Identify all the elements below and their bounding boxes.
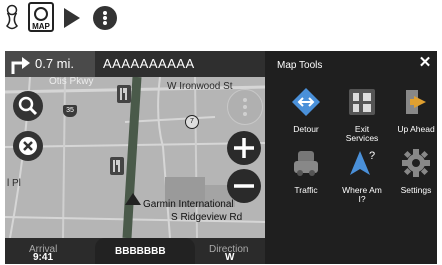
- route-shield-number: 7: [190, 118, 194, 125]
- detour-icon: [292, 88, 320, 116]
- street-label-ironwood: W Ironwood St: [167, 81, 233, 92]
- map-menu-button[interactable]: [227, 89, 263, 125]
- tool-label-traffic: Traffic: [294, 185, 318, 195]
- close-button[interactable]: ✕: [418, 55, 432, 70]
- route-shield-icon: 7: [185, 115, 199, 129]
- tool-where-am-i[interactable]: ? Where Am I?: [333, 147, 391, 204]
- current-road-name: BBBBBBB: [115, 246, 166, 257]
- instruction-icon-strip: MAP: [0, 0, 442, 40]
- poi-restaurant-icon: [117, 85, 131, 103]
- next-turn-box[interactable]: 0.7 mi.: [5, 51, 95, 77]
- vehicle-position-icon: [125, 193, 141, 205]
- tool-traffic[interactable]: Traffic: [277, 147, 335, 195]
- tool-settings[interactable]: Settings: [387, 147, 437, 195]
- next-turn-bar[interactable]: 0.7 mi. AAAAAAAAAA: [5, 51, 265, 77]
- turn-right-icon: [11, 57, 30, 74]
- tool-detour[interactable]: Detour: [277, 86, 335, 134]
- plus-icon: [234, 138, 254, 158]
- poi-restaurant-icon-2: [110, 157, 124, 175]
- arrival-value: 9:41: [33, 252, 54, 263]
- turn-distance: 0.7 mi.: [35, 56, 75, 71]
- cancel-route-icon: [19, 137, 37, 155]
- tool-up-ahead[interactable]: Up Ahead: [387, 86, 437, 134]
- location-pin-icon: [5, 4, 19, 30]
- settings-icon: [402, 149, 430, 177]
- direction-value: W: [225, 252, 235, 263]
- more-options-icon: [93, 6, 117, 30]
- map-view[interactable]: Otis Pkwy W Ironwood St l Pl Garmin Inte…: [5, 77, 265, 238]
- tool-label-where-am-i: Where Am I?: [342, 185, 382, 204]
- trip-info-bar[interactable]: Arrival 9:41 BBBBBBB Direction W: [5, 238, 265, 264]
- search-icon: [18, 96, 38, 116]
- zoom-in-button[interactable]: [227, 131, 261, 165]
- tool-label-up-ahead: Up Ahead: [397, 124, 435, 134]
- up-ahead-icon: [406, 90, 426, 114]
- street-label-top-left: Otis Pkwy: [49, 77, 94, 87]
- current-road-box[interactable]: BBBBBBB: [95, 238, 195, 264]
- play-arrow-icon: [64, 8, 80, 28]
- stop-route-button[interactable]: [13, 131, 43, 161]
- map-tools-panel: Map Tools ✕ Detour Exit Services Up Ahea…: [265, 51, 437, 264]
- tool-label-detour: Detour: [293, 124, 319, 134]
- vertical-dots-icon: [243, 98, 247, 116]
- tool-exit-services[interactable]: Exit Services: [333, 86, 391, 143]
- exit-services-icon: [349, 89, 375, 115]
- minus-icon: [234, 184, 254, 188]
- traffic-icon: [294, 151, 318, 176]
- map-button-icon: MAP: [28, 2, 54, 32]
- interstate-shield-icon: 35: [63, 105, 77, 117]
- street-label-ridgeview: S Ridgeview Rd: [171, 212, 243, 223]
- street-label-garmin: Garmin International: [143, 199, 234, 210]
- map-button-label: MAP: [32, 22, 50, 31]
- where-am-i-icon: ?: [350, 150, 375, 175]
- tool-label-settings: Settings: [400, 185, 432, 195]
- map-tools-title: Map Tools: [277, 60, 323, 71]
- search-map-button[interactable]: [13, 91, 43, 121]
- street-label-place: l Pl: [7, 178, 21, 189]
- next-road-name: AAAAAAAAAA: [103, 56, 195, 71]
- navigation-screen: Otis Pkwy W Ironwood St l Pl Garmin Inte…: [5, 51, 437, 264]
- interstate-shield-number: 35: [66, 107, 74, 114]
- zoom-out-button[interactable]: [227, 169, 261, 203]
- magnifier-icon: [34, 7, 48, 21]
- tool-label-exit-services: Exit Services: [345, 124, 379, 143]
- svg-text:?: ?: [369, 150, 375, 162]
